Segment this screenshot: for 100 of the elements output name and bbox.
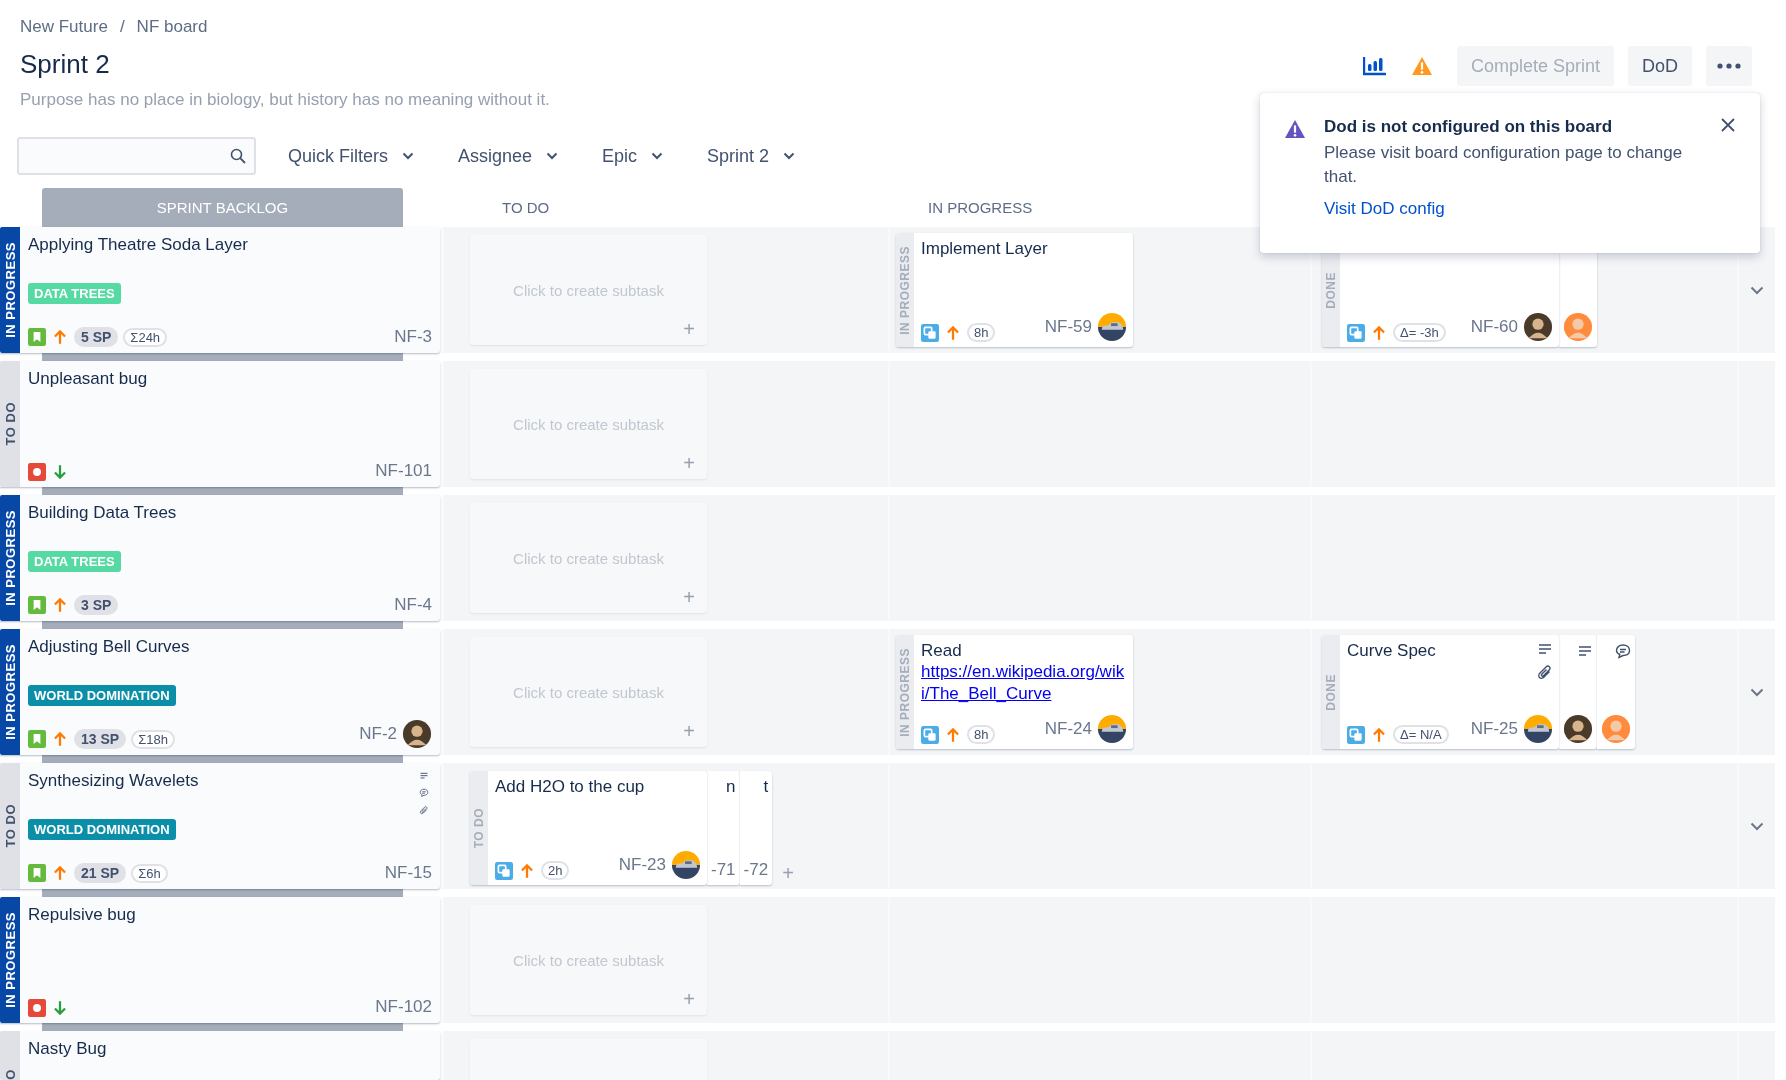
bookmark-icon (28, 596, 46, 614)
column-header: SPRINT BACKLOG (42, 188, 403, 227)
bug-icon (28, 463, 46, 481)
arrow-down-icon (51, 463, 69, 481)
issue-key: -71 (711, 860, 736, 880)
bar-chart-icon[interactable] (1362, 56, 1387, 76)
filter-dropdown[interactable]: Sprint 2 (699, 145, 804, 167)
description-icon (1537, 641, 1553, 657)
subtask-title: Add H2O to the cup (495, 777, 645, 797)
filter-dropdown[interactable]: Epic (594, 145, 672, 167)
column-header: TO DO (501, 198, 551, 218)
subtask-card[interactable]: TO DO Add H2O to the cup 2h NF-23 (470, 771, 707, 885)
arrow-up-icon (518, 861, 536, 880)
chevron-down-icon (783, 152, 796, 160)
avatar (402, 719, 432, 749)
avatar (1097, 312, 1127, 342)
dod-button[interactable]: DoD (1628, 46, 1692, 86)
avatar (671, 850, 701, 880)
subtask-icon (1347, 725, 1365, 744)
issue-title: Adjusting Bell Curves (28, 637, 190, 658)
page-title: Sprint 2 (20, 49, 111, 80)
filter-dropdown[interactable]: Assignee (450, 145, 567, 167)
issue-key: NF-59 (1044, 317, 1092, 337)
description-icon (1577, 643, 1593, 659)
estimate: Σ6h (131, 863, 168, 883)
search-field[interactable] (17, 137, 256, 175)
plus-sign: + (683, 452, 695, 475)
status-label: TO DO (2, 804, 18, 848)
status-label: TO DO (472, 807, 486, 849)
bookmark-icon (28, 328, 46, 346)
wiki-link[interactable]: https://en.wikipedia.org/wiki/The_Bell_Curve (921, 661, 1127, 706)
story-points: 21 SP (74, 863, 127, 883)
issue-card[interactable]: TO DO Unpleasant bug NF-101 (0, 361, 440, 487)
issue-key: NF-2 (359, 724, 397, 744)
estimate: Δ= -3h (1393, 323, 1446, 342)
status-label: TO DO (2, 402, 18, 446)
issue-card[interactable]: O Nasty Bug (0, 1031, 440, 1080)
stacked-card[interactable] (1559, 635, 1597, 749)
dod-config-link[interactable]: Visit DoD config (1324, 198, 1445, 219)
more-icon (1717, 63, 1741, 69)
subtask-icon (495, 861, 513, 880)
chevron-down-icon (651, 152, 664, 160)
plus-sign: + (683, 586, 695, 609)
issue-card[interactable]: IN PROGRESS Applying Theatre Soda Layer DATA TREES 5 SP Σ24h NF-3 (0, 227, 440, 353)
story-points: 5 SP (74, 327, 119, 347)
filter-dropdown[interactable]: Quick Filters (280, 145, 422, 167)
issue-key: NF-15 (384, 863, 432, 883)
issue-title: Applying Theatre Soda Layer (28, 235, 248, 256)
issue-card[interactable]: TO DO Synthesizing Wavelets WORLD DOMINATION 21 SP Σ6h NF-15 (0, 763, 440, 889)
subtask-icon (921, 725, 939, 744)
arrow-up-icon (1370, 323, 1388, 342)
chevron-down-icon (402, 152, 414, 160)
search-icon (230, 148, 246, 164)
column-header: IN PROGRESS (927, 198, 1034, 218)
chevron-down-icon[interactable] (1750, 821, 1764, 831)
arrow-up-icon (51, 596, 69, 614)
subtask-title: Read (921, 641, 963, 661)
chevron-down-icon[interactable] (1750, 285, 1764, 295)
epic-label: DATA TREES (28, 283, 121, 304)
status-label: DONE (1324, 673, 1338, 711)
story-points: 3 SP (74, 595, 119, 615)
warning-icon[interactable] (1410, 56, 1433, 76)
status-label: IN PROGRESS (2, 644, 18, 740)
issue-title: Synthesizing Wavelets (28, 771, 199, 792)
bookmark-icon (28, 864, 46, 882)
issue-card[interactable]: IN PROGRESS Repulsive bug NF-102 (0, 897, 440, 1023)
chevron-down-icon (546, 152, 559, 160)
arrow-up-icon (944, 725, 962, 744)
arrow-up-icon (51, 328, 69, 346)
subtask-card[interactable]: DONE Curve Spec Δ= N/A NF-25 (1322, 635, 1559, 749)
subtask-icon (921, 323, 939, 342)
subtask-title: n (726, 777, 736, 797)
breadcrumb-separator: / (119, 17, 125, 37)
stacked-card[interactable]: t -72 (739, 771, 773, 885)
stacked-card[interactable]: n -71 (707, 771, 740, 885)
plus-sign: + (683, 720, 695, 743)
close-icon[interactable] (1720, 117, 1736, 133)
status-label: IN PROGRESS (898, 245, 912, 335)
arrow-up-icon (944, 323, 962, 342)
more-button[interactable] (1706, 46, 1752, 86)
chevron-down-icon[interactable] (1750, 687, 1764, 697)
plus-sign: + (683, 318, 695, 341)
avatar (1523, 714, 1553, 744)
warning-icon (1284, 119, 1306, 139)
breadcrumb-link[interactable]: New Future (20, 17, 108, 37)
avatar (1563, 312, 1593, 342)
issue-key: NF-23 (618, 855, 666, 875)
issue-key: NF-101 (375, 461, 432, 481)
arrow-up-icon (51, 730, 69, 748)
notification-message: Please visit board configuration page to change that. (1324, 142, 1684, 188)
subtask-title: t (763, 777, 769, 797)
issue-key: NF-60 (1470, 317, 1518, 337)
status-label: IN PROGRESS (2, 242, 18, 338)
issue-title: Building Data Trees (28, 503, 177, 524)
status-label: DONE (1324, 271, 1338, 309)
issue-title: Repulsive bug (28, 905, 136, 926)
epic-label: DATA TREES (28, 551, 121, 572)
estimate: Δ= N/A (1393, 725, 1449, 744)
bookmark-icon (28, 730, 46, 748)
breadcrumb-link[interactable]: NF board (136, 17, 208, 37)
